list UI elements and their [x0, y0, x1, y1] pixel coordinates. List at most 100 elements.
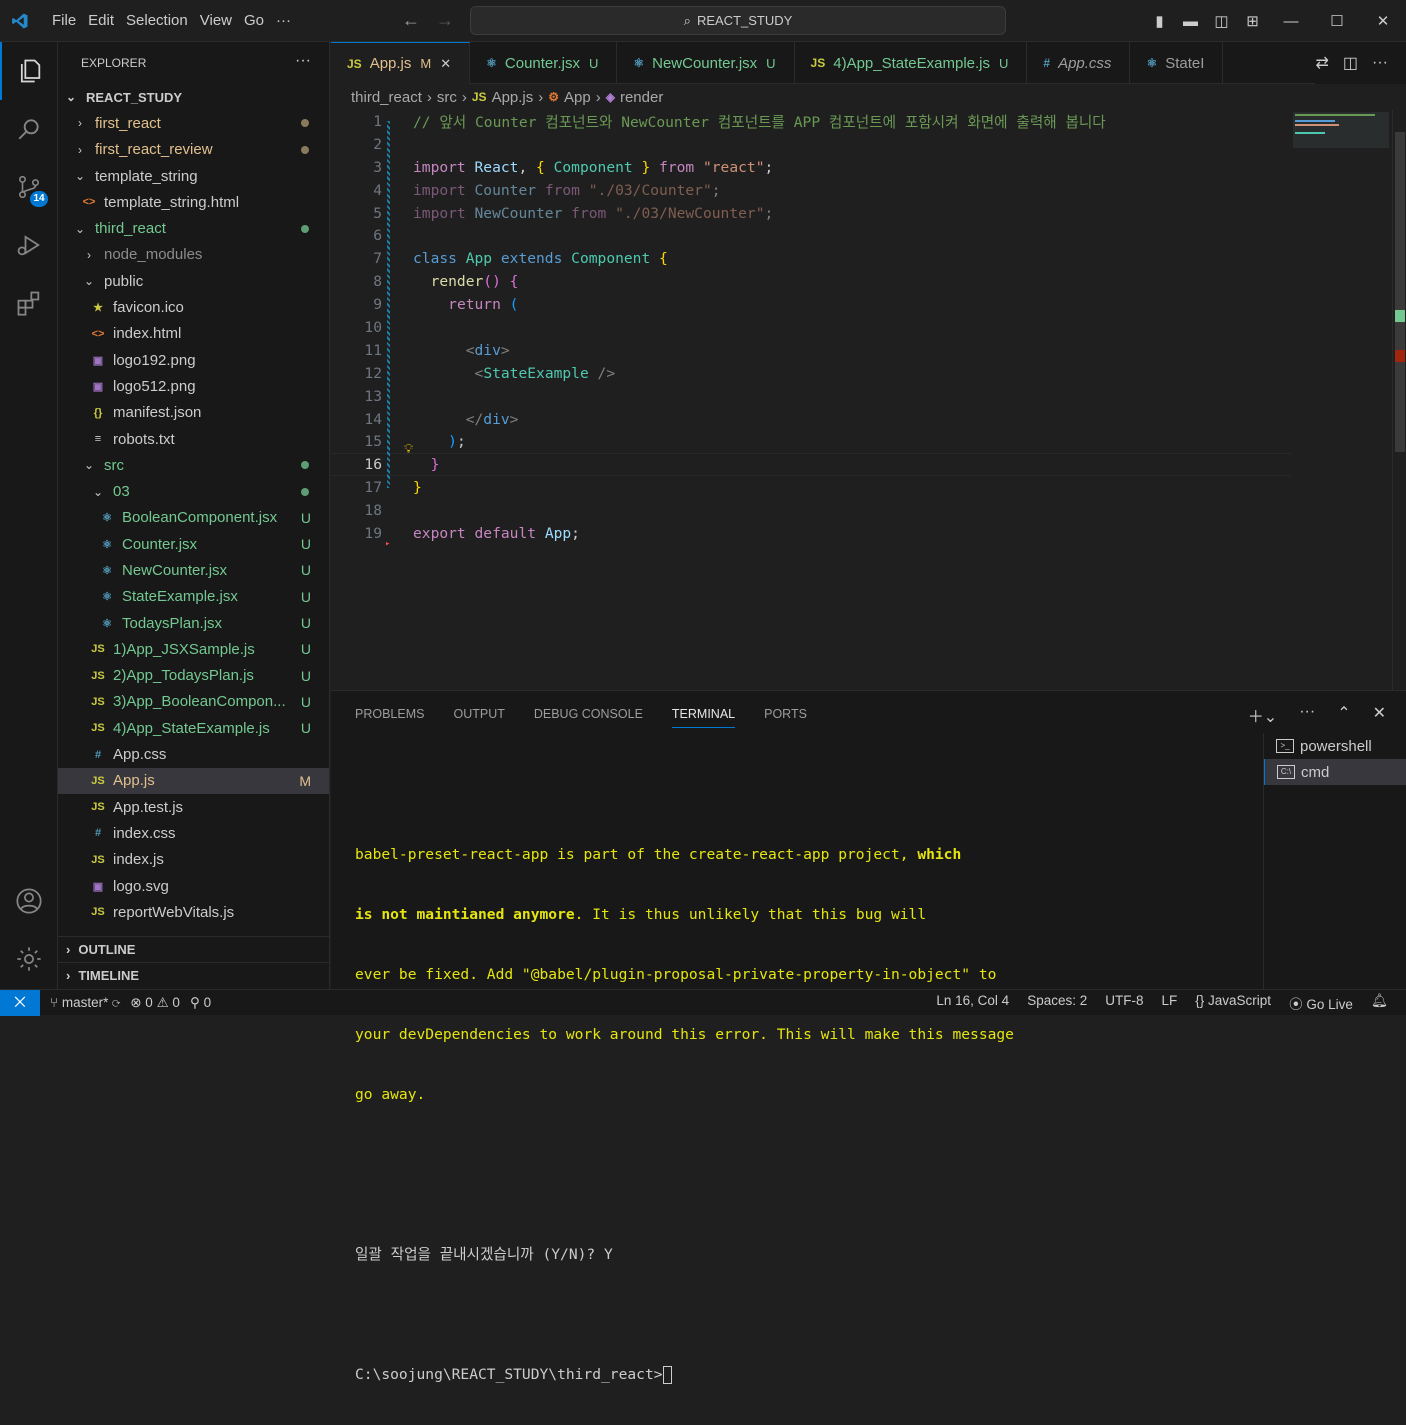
forward-arrow-icon[interactable]: →: [436, 10, 454, 31]
file-row[interactable]: JS 3)App_BooleanCompon... U: [58, 689, 329, 715]
notifications-bell-icon[interactable]: 🔔︎: [1371, 993, 1388, 1013]
file-row[interactable]: JS reportWebVitals.js: [58, 899, 329, 925]
source-control-icon[interactable]: 14: [0, 158, 58, 216]
file-row[interactable]: <> template_string.html: [58, 189, 329, 215]
folder-row[interactable]: ⌄ template_string: [58, 163, 329, 189]
toggle-secondary-sidebar-icon[interactable]: ◫: [1206, 12, 1237, 30]
editor-scrollbar[interactable]: [1392, 110, 1406, 690]
outline-section[interactable]: › OUTLINE: [58, 936, 330, 962]
end-of-line[interactable]: LF: [1161, 993, 1177, 1013]
minimap[interactable]: [1289, 110, 1389, 150]
menu-item-more[interactable]: ···: [276, 12, 291, 29]
customize-layout-icon[interactable]: ⊞: [1237, 12, 1268, 30]
file-row[interactable]: {} manifest.json: [58, 400, 329, 426]
folder-row[interactable]: ⌄ 03: [58, 478, 329, 504]
tab-statei[interactable]: ⚛ StateI: [1130, 42, 1224, 84]
lightbulb-icon[interactable]: 💡︎: [404, 442, 413, 457]
tab-4-app-stateexample-js[interactable]: JS 4)App_StateExample.js U: [795, 42, 1028, 84]
run-debug-icon[interactable]: [0, 216, 58, 274]
branch-status[interactable]: ⑂ master* ⟳: [50, 995, 120, 1010]
file-row[interactable]: JS App.test.js: [58, 794, 329, 820]
file-row[interactable]: # App.css: [58, 741, 329, 767]
breadcrumb-item[interactable]: App: [564, 89, 591, 106]
close-window-icon[interactable]: ✕: [1360, 12, 1406, 30]
menu-item-selection[interactable]: Selection: [126, 12, 188, 29]
menu-item-edit[interactable]: Edit: [88, 12, 114, 29]
command-center-search[interactable]: ⌕ REACT_STUDY: [470, 6, 1006, 35]
file-row[interactable]: ▣ logo192.png: [58, 347, 329, 373]
folder-row[interactable]: › first_react_review: [58, 137, 329, 163]
breadcrumb-item[interactable]: src: [437, 89, 457, 106]
more-actions-icon[interactable]: ···: [1372, 54, 1388, 72]
toggle-panel-icon[interactable]: ▬: [1175, 13, 1206, 30]
back-arrow-icon[interactable]: ←: [402, 10, 420, 31]
folder-row[interactable]: ⌄ third_react: [58, 215, 329, 241]
extensions-icon[interactable]: [0, 274, 58, 332]
folder-row[interactable]: ⌄ src: [58, 452, 329, 478]
maximize-panel-icon[interactable]: ⌃: [1337, 703, 1350, 727]
settings-gear-icon[interactable]: [0, 930, 58, 988]
file-row[interactable]: JS 4)App_StateExample.js U: [58, 715, 329, 741]
file-row[interactable]: ⚛ TodaysPlan.jsx U: [58, 610, 329, 636]
file-row[interactable]: ⚛ StateExample.jsx U: [58, 584, 329, 610]
remote-indicator-icon[interactable]: ⨉: [0, 989, 40, 1016]
minimize-icon[interactable]: —: [1268, 13, 1314, 30]
code-editor[interactable]: 1 // 앞서 Counter 컴포넌트와 NewCounter 컴포넌트를 AP…: [331, 110, 1291, 549]
maximize-icon[interactable]: ☐: [1314, 12, 1360, 30]
account-icon[interactable]: [0, 872, 58, 930]
terminal-output[interactable]: babel-preset-react-app is part of the cr…: [355, 765, 1014, 1425]
file-row[interactable]: JS index.js: [58, 847, 329, 873]
language-mode[interactable]: {} JavaScript: [1195, 993, 1271, 1013]
file-row[interactable]: JS 2)App_TodaysPlan.js U: [58, 663, 329, 689]
tab-counter-jsx[interactable]: ⚛ Counter.jsx U: [470, 42, 618, 84]
panel-tab-problems[interactable]: PROBLEMS: [355, 707, 424, 721]
file-row[interactable]: ⚛ BooleanComponent.jsx U: [58, 505, 329, 531]
go-live-button[interactable]: ⦿ Go Live: [1289, 993, 1353, 1013]
file-row[interactable]: JS App.js M: [58, 767, 329, 795]
timeline-section[interactable]: › TIMELINE: [58, 962, 330, 988]
ports-status[interactable]: ⚲ 0: [190, 995, 211, 1011]
panel-tab-terminal[interactable]: TERMINAL: [671, 707, 736, 728]
more-actions-icon[interactable]: ···: [1299, 703, 1315, 727]
folder-row[interactable]: › first_react: [58, 110, 329, 136]
split-editor-icon[interactable]: ◫: [1343, 53, 1358, 73]
tab-app-js[interactable]: JS App.js M ✕: [331, 42, 471, 84]
workspace-root[interactable]: ⌄ REACT_STUDY: [58, 84, 329, 110]
encoding[interactable]: UTF-8: [1105, 993, 1143, 1013]
close-panel-icon[interactable]: ✕: [1373, 703, 1386, 727]
terminal-item-cmd[interactable]: C:\ cmd: [1264, 759, 1406, 785]
new-terminal-icon[interactable]: ＋⌄: [1248, 703, 1277, 727]
cursor-position[interactable]: Ln 16, Col 4: [936, 993, 1009, 1013]
file-row[interactable]: ≡ robots.txt: [58, 426, 329, 452]
terminal-item-powershell[interactable]: >_ powershell: [1264, 733, 1406, 759]
file-row[interactable]: <> index.html: [58, 321, 329, 347]
menu-item-view[interactable]: View: [200, 12, 232, 29]
explorer-icon[interactable]: [0, 42, 58, 100]
file-row[interactable]: # index.css: [58, 820, 329, 846]
folder-row[interactable]: ⌄ public: [58, 268, 329, 294]
breadcrumb-item[interactable]: App.js: [492, 89, 534, 106]
menu-item-file[interactable]: File: [52, 12, 76, 29]
panel-tab-debug-console[interactable]: DEBUG CONSOLE: [534, 707, 643, 721]
more-actions-icon[interactable]: ···: [295, 52, 311, 70]
breadcrumb-item[interactable]: third_react: [351, 89, 422, 106]
toggle-sidebar-icon[interactable]: ▮: [1144, 12, 1175, 30]
file-row[interactable]: JS 1)App_JSXSample.js U: [58, 636, 329, 662]
breadcrumb-item[interactable]: render: [620, 89, 663, 106]
file-row[interactable]: ▣ logo.svg: [58, 873, 329, 899]
problems-status[interactable]: ⊗ 0 ⚠ 0: [130, 995, 180, 1011]
file-row[interactable]: ★ favicon.ico: [58, 294, 329, 320]
indentation[interactable]: Spaces: 2: [1027, 993, 1087, 1013]
tab-app-css[interactable]: # App.css: [1027, 42, 1131, 84]
tab-newcounter-jsx[interactable]: ⚛ NewCounter.jsx U: [617, 42, 795, 84]
close-tab-icon[interactable]: ✕: [440, 56, 451, 72]
panel-tab-ports[interactable]: PORTS: [764, 707, 807, 721]
open-changes-icon[interactable]: ⇄: [1315, 53, 1328, 73]
file-row[interactable]: ⚛ Counter.jsx U: [58, 531, 329, 557]
file-row[interactable]: ▣ logo512.png: [58, 373, 329, 399]
panel-tab-output[interactable]: OUTPUT: [453, 707, 504, 721]
search-view-icon[interactable]: [0, 100, 58, 158]
folder-row[interactable]: › node_modules: [58, 242, 329, 268]
file-row[interactable]: ⚛ NewCounter.jsx U: [58, 557, 329, 583]
menu-item-go[interactable]: Go: [244, 12, 264, 29]
